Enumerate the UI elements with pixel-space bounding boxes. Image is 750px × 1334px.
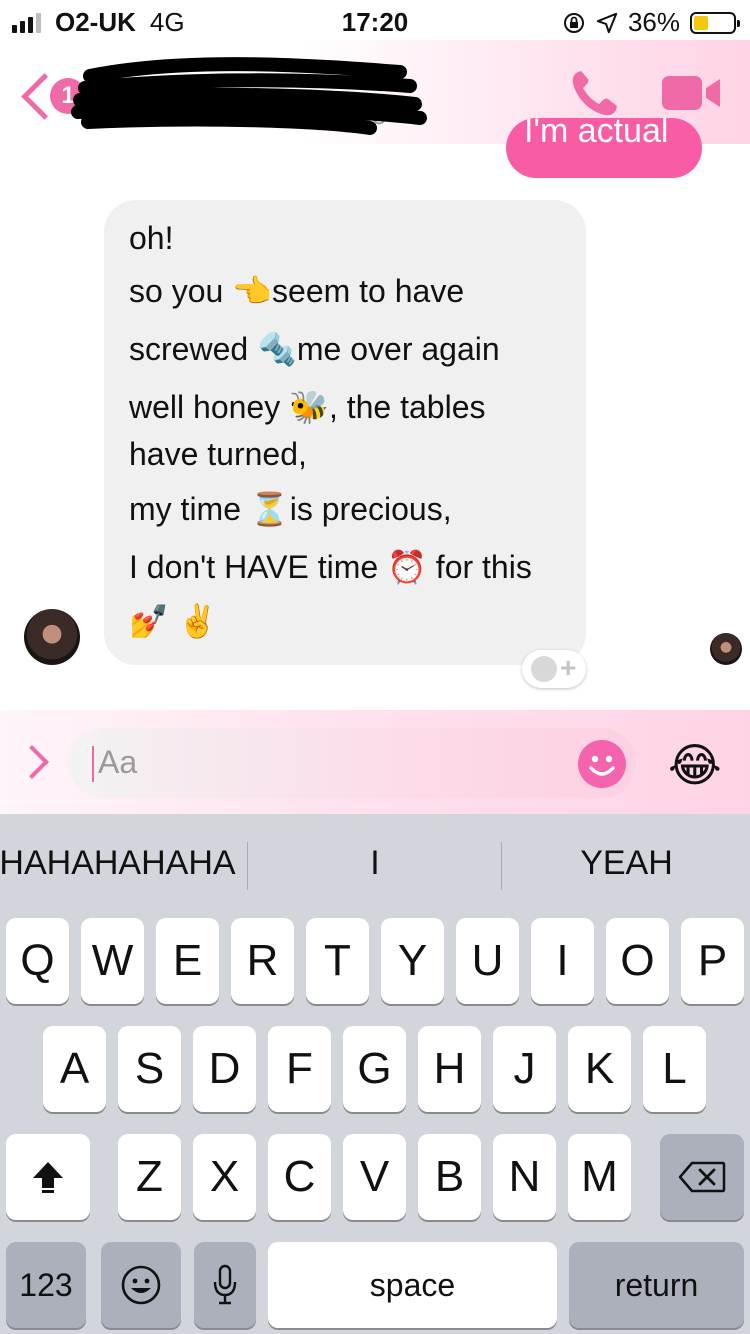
unread-badge: 1	[50, 78, 86, 114]
battery-percent: 36%	[627, 7, 680, 37]
battery-icon	[690, 11, 740, 34]
suggestion-divider	[247, 842, 248, 890]
key-r[interactable]: R	[231, 918, 294, 1004]
suggestion-item[interactable]: I	[250, 844, 500, 883]
orientation-lock-icon	[563, 12, 584, 33]
message-line: screwed 🔩me over again	[129, 331, 500, 367]
keyboard: HAHAHAHAHA I YEAH Q W E R T Y U I O P A …	[0, 814, 750, 1334]
key-l[interactable]: L	[643, 1026, 706, 1112]
message-line: I don't HAVE time ⏰ for this	[129, 549, 532, 585]
chevron-right-icon[interactable]	[15, 745, 49, 779]
key-u[interactable]: U	[456, 918, 519, 1004]
key-i[interactable]: I	[531, 918, 594, 1004]
key-w[interactable]: W	[81, 918, 144, 1004]
key-v[interactable]: V	[343, 1134, 406, 1220]
composer-bar: Aa 😂	[0, 710, 750, 814]
key-c[interactable]: C	[268, 1134, 331, 1220]
message-input[interactable]: Aa	[68, 728, 636, 798]
message-line: so you 👈seem to have	[129, 273, 465, 309]
return-key[interactable]: return	[569, 1242, 744, 1328]
key-b[interactable]: B	[418, 1134, 481, 1220]
incoming-message-bubble[interactable]: oh! so you 👈seem to have screwed 🔩me ove…	[104, 200, 586, 665]
contact-status: Active 10 m ago	[200, 100, 387, 130]
key-s[interactable]: S	[118, 1026, 181, 1112]
key-h[interactable]: H	[418, 1026, 481, 1112]
phone-icon[interactable]	[568, 68, 622, 118]
key-p[interactable]: P	[681, 918, 744, 1004]
backspace-icon	[678, 1161, 726, 1193]
status-right: 36%	[562, 7, 740, 38]
suggestion-item[interactable]: HAHAHAHAHA	[0, 844, 245, 883]
key-q[interactable]: Q	[6, 918, 69, 1004]
message-line: my time ⏳is precious,	[129, 491, 452, 527]
key-t[interactable]: T	[306, 918, 369, 1004]
key-j[interactable]: J	[493, 1026, 556, 1112]
video-camera-icon[interactable]	[660, 70, 722, 116]
key-o[interactable]: O	[606, 918, 669, 1004]
key-x[interactable]: X	[193, 1134, 256, 1220]
backspace-key[interactable]	[660, 1134, 744, 1220]
microphone-icon	[213, 1264, 237, 1305]
seen-avatar	[710, 633, 742, 665]
status-bar: O2-UK 4G 17:20 36%	[0, 0, 750, 40]
emoji-keyboard-icon	[121, 1265, 161, 1305]
emoji-smiley-icon[interactable]	[578, 740, 626, 788]
add-reaction-button[interactable]: +	[522, 650, 586, 688]
smiley-icon	[531, 656, 557, 682]
key-a[interactable]: A	[43, 1026, 106, 1112]
outgoing-message-bubble[interactable]: I'm actual	[506, 118, 702, 178]
outgoing-message-text: I'm actual	[524, 118, 669, 150]
key-z[interactable]: Z	[118, 1134, 181, 1220]
plus-icon: +	[560, 652, 577, 683]
shift-key[interactable]	[6, 1134, 90, 1220]
message-line: 💅 ✌️	[129, 603, 218, 639]
key-n[interactable]: N	[493, 1134, 556, 1220]
message-line: have turned,	[129, 436, 307, 472]
text-caret	[92, 746, 94, 782]
key-g[interactable]: G	[343, 1026, 406, 1112]
key-e[interactable]: E	[156, 918, 219, 1004]
space-key[interactable]: space	[268, 1242, 557, 1328]
predictive-bar: HAHAHAHAHA I YEAH	[0, 814, 750, 914]
numbers-key[interactable]: 123	[6, 1242, 86, 1328]
emoji-keyboard-key[interactable]	[101, 1242, 181, 1328]
key-d[interactable]: D	[193, 1026, 256, 1112]
key-y[interactable]: Y	[381, 918, 444, 1004]
key-m[interactable]: M	[568, 1134, 631, 1220]
key-f[interactable]: F	[268, 1026, 331, 1112]
message-line: oh!	[129, 220, 174, 256]
quick-reaction-button[interactable]: 😂	[668, 738, 722, 792]
suggestion-item[interactable]: YEAH	[503, 844, 750, 883]
shift-icon	[33, 1162, 63, 1193]
message-input-placeholder: Aa	[98, 744, 138, 780]
dictation-key[interactable]	[194, 1242, 256, 1328]
suggestion-divider	[501, 842, 502, 890]
key-k[interactable]: K	[568, 1026, 631, 1112]
sender-avatar[interactable]	[24, 609, 80, 665]
location-icon	[596, 12, 618, 33]
back-button[interactable]: 1	[20, 70, 90, 120]
message-line: well honey 🐝, the tables	[129, 389, 486, 425]
